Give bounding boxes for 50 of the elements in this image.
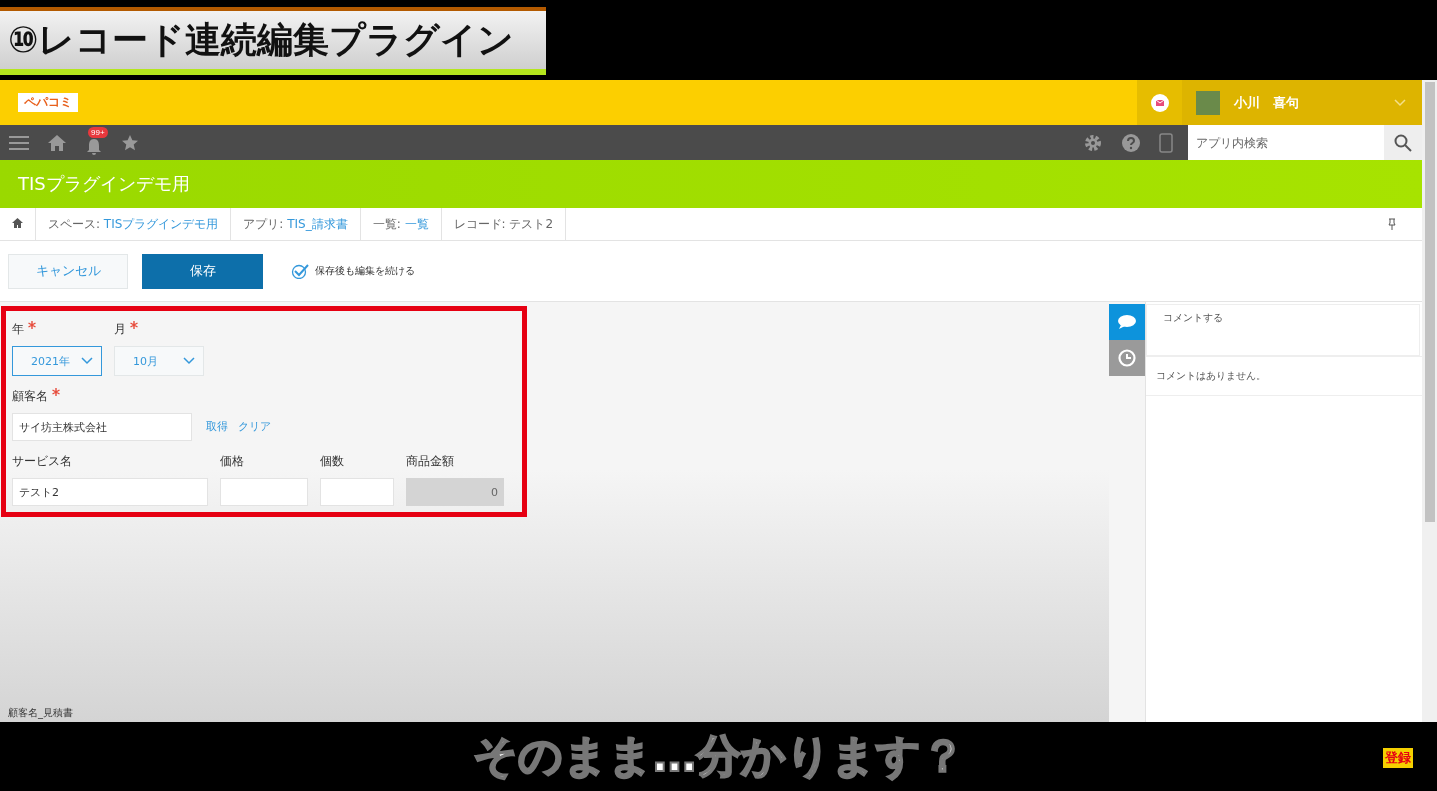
cancel-button[interactable]: キャンセル [8,253,128,289]
empty-comments-text: コメントはありません。 [1146,356,1422,396]
dropdown[interactable]: 2021年 [12,346,102,376]
clock-icon [1117,348,1137,368]
field-label: 個数 [320,453,344,470]
avatar-placeholder [1196,90,1220,115]
mail-icon [1150,93,1169,112]
breadcrumb-label: レコード: テスト2 [453,217,554,231]
save-button[interactable]: 保存 [142,253,263,289]
video-caption: そのまま…分かります？ [472,729,965,783]
field-label: 価格 [220,453,244,470]
chevron-down-icon [81,357,93,365]
home-icon[interactable] [12,218,23,228]
notification-badge: 99+ [88,126,108,138]
video-title-banner: ⑩レコード連続編集プラグイン [0,7,547,75]
chevron-down-icon [1394,98,1406,107]
input-field[interactable]: テスト2 [12,478,208,506]
input-field[interactable] [220,478,308,506]
calculated-field: 0 [406,478,504,506]
breadcrumb-label: スペース: [48,217,102,231]
breadcrumb-link[interactable]: TISプラグインデモ用 [103,217,219,231]
field-label: 顧客名_見積書 [7,706,74,721]
field-label: 月 [114,321,126,338]
breadcrumb-label: 一覧: [372,217,402,231]
lookup-link[interactable]: 取得 [206,413,228,441]
chevron-down-icon [183,357,195,365]
input-field[interactable] [320,478,394,506]
field-label: サービス名 [12,453,72,470]
bell-icon [85,137,103,156]
pin-icon[interactable] [1388,218,1396,230]
dropdown[interactable]: 10月 [114,346,204,376]
input-field[interactable]: サイ坊主株式会社 [12,413,192,441]
history-tab[interactable] [1109,340,1145,376]
notification-button[interactable]: 99+ [76,125,112,160]
breadcrumb-link[interactable]: 一覧 [404,217,429,231]
user-menu[interactable]: 小川 喜句 [1182,80,1422,125]
comment-field[interactable]: コメントする [1146,304,1420,356]
field-label: 年 [12,321,24,338]
comment-tab[interactable] [1109,304,1145,340]
breadcrumb-label: アプリ: [243,217,285,231]
speech-bubble-icon [1117,314,1137,330]
logo: ペパコミ [18,93,78,112]
app-title: TISプラグインデモ用 [18,172,190,196]
search-icon[interactable] [1384,125,1422,160]
keep-editing-checkbox[interactable]: 保存後も編集を続ける [291,263,415,279]
field-label: 商品金額 [406,453,454,470]
subscribe-badge[interactable]: 登録 [1383,748,1413,768]
breadcrumb-link[interactable]: TIS_請求書 [287,217,348,231]
lookup-link[interactable]: クリア [238,413,271,441]
field-label: 顧客名 [12,388,48,405]
